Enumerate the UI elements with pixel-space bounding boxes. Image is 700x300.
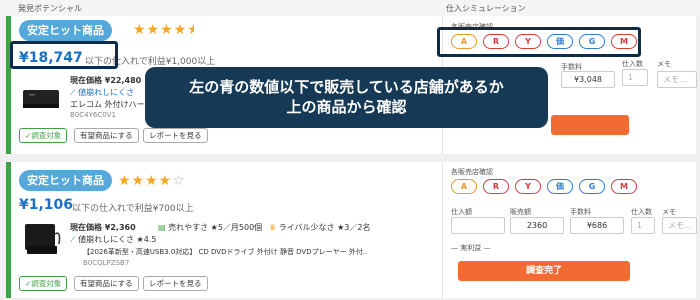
stable-hit-badge: 安定ヒット商品: [19, 20, 112, 41]
quantity-label: 仕入数: [622, 60, 643, 68]
rating-stars: ★★★★★: [133, 22, 194, 38]
sell-ease-rating: ▤ 売れやすさ ★5／月500個: [158, 223, 263, 232]
yahoo-store-chip[interactable]: Y: [515, 179, 541, 194]
target-price: ¥1,106: [19, 197, 74, 213]
purchase-price-input[interactable]: [451, 217, 505, 234]
product-title[interactable]: エレコム 外付けハード: [70, 99, 153, 110]
current-price: 現在価格 ¥22,480: [70, 76, 142, 85]
rakuten-store-chip[interactable]: R: [483, 179, 509, 194]
store-check-label: 各販売店確認: [451, 168, 493, 176]
research-target-button[interactable]: ✓調査対象: [19, 276, 68, 291]
actual-profit-label: — 実利益 —: [451, 244, 491, 252]
quantity-label: 仕入数: [631, 208, 652, 216]
purchase-simulation-heading: 仕入シミュレーション: [446, 4, 526, 13]
quantity-input[interactable]: 1: [622, 69, 648, 86]
current-price: 現在価格 ¥2,360: [70, 223, 136, 232]
selling-price-input[interactable]: 2360: [510, 217, 564, 234]
card-divider: [442, 162, 443, 298]
tooltip-line-2: 上の商品から確認: [286, 98, 407, 116]
fee-label: 手数料: [570, 208, 591, 216]
stable-hit-badge: 安定ヒット商品: [19, 170, 112, 191]
product-title[interactable]: 【2026革新型・高速USB3.0対応】 CD DVDドライブ 外付け 静音 D…: [83, 247, 368, 257]
profit-note: 以下の仕入れで利益¥700以上: [72, 204, 194, 214]
price-stability: ⟋ 値崩れしにくさ: [70, 88, 134, 97]
tutorial-tooltip: 左の青の数値以下で販売している店舗があるか 上の商品から確認: [145, 67, 548, 128]
product-card-2: 安定ヒット商品 ★★★★☆ ¥1,106 以下の仕入れで利益¥700以上 現在価…: [6, 162, 697, 298]
purchase-price-label: 仕入額: [451, 208, 472, 216]
section-header: 発見ポテンシャル 仕入シミュレーション: [0, 0, 700, 16]
product-image[interactable]: [21, 78, 61, 116]
view-report-button[interactable]: レポートを見る: [143, 276, 208, 291]
promising-item-button[interactable]: 有望商品にする: [74, 128, 139, 143]
memo-label: メモ: [662, 208, 676, 216]
amazon-store-chip[interactable]: A: [451, 179, 477, 194]
price-highlight-box: [10, 41, 118, 69]
research-complete-button[interactable]: 調査完了: [458, 261, 630, 281]
fee-field: ¥3,048: [561, 71, 615, 88]
store-chips: A R Y 価 G M: [451, 179, 651, 194]
research-complete-button[interactable]: [551, 115, 629, 135]
quantity-input[interactable]: 1: [631, 217, 655, 234]
view-report-button[interactable]: レポートを見る: [143, 128, 208, 143]
calendar-icon: ▤: [158, 223, 166, 232]
store-chips-highlight-box: [437, 27, 641, 57]
price-stability: ⟋ 値崩れしにくさ ★4.5: [70, 235, 157, 244]
promising-item-button[interactable]: 有望商品にする: [74, 276, 139, 291]
rival-rating: ♛ ライバル少なさ ★3／2名: [269, 223, 371, 232]
product-image[interactable]: [21, 220, 61, 258]
memo-input[interactable]: メモ...: [657, 71, 697, 88]
fee-field: ¥686: [570, 217, 624, 234]
asin-code: B0C4Y6C0V1: [70, 111, 116, 119]
google-store-chip[interactable]: G: [579, 179, 605, 194]
research-target-button[interactable]: ✓調査対象: [19, 128, 68, 143]
crown-icon: ♛: [269, 223, 277, 232]
rating-stars: ★★★★☆: [118, 173, 186, 189]
asin-code: B0CQLPZSB7: [83, 259, 130, 267]
discovery-potential-heading: 発見ポテンシャル: [18, 4, 82, 13]
tooltip-line-1: 左の青の数値以下で販売している店舗があるか: [189, 78, 504, 96]
mercari-store-chip[interactable]: M: [611, 179, 637, 194]
memo-label: メモ: [657, 60, 671, 68]
trend-icon: ⟋: [70, 235, 76, 244]
selling-price-label: 販売額: [510, 208, 531, 216]
price-compare-chip[interactable]: 価: [547, 179, 573, 194]
memo-input[interactable]: メモ...: [662, 217, 697, 234]
